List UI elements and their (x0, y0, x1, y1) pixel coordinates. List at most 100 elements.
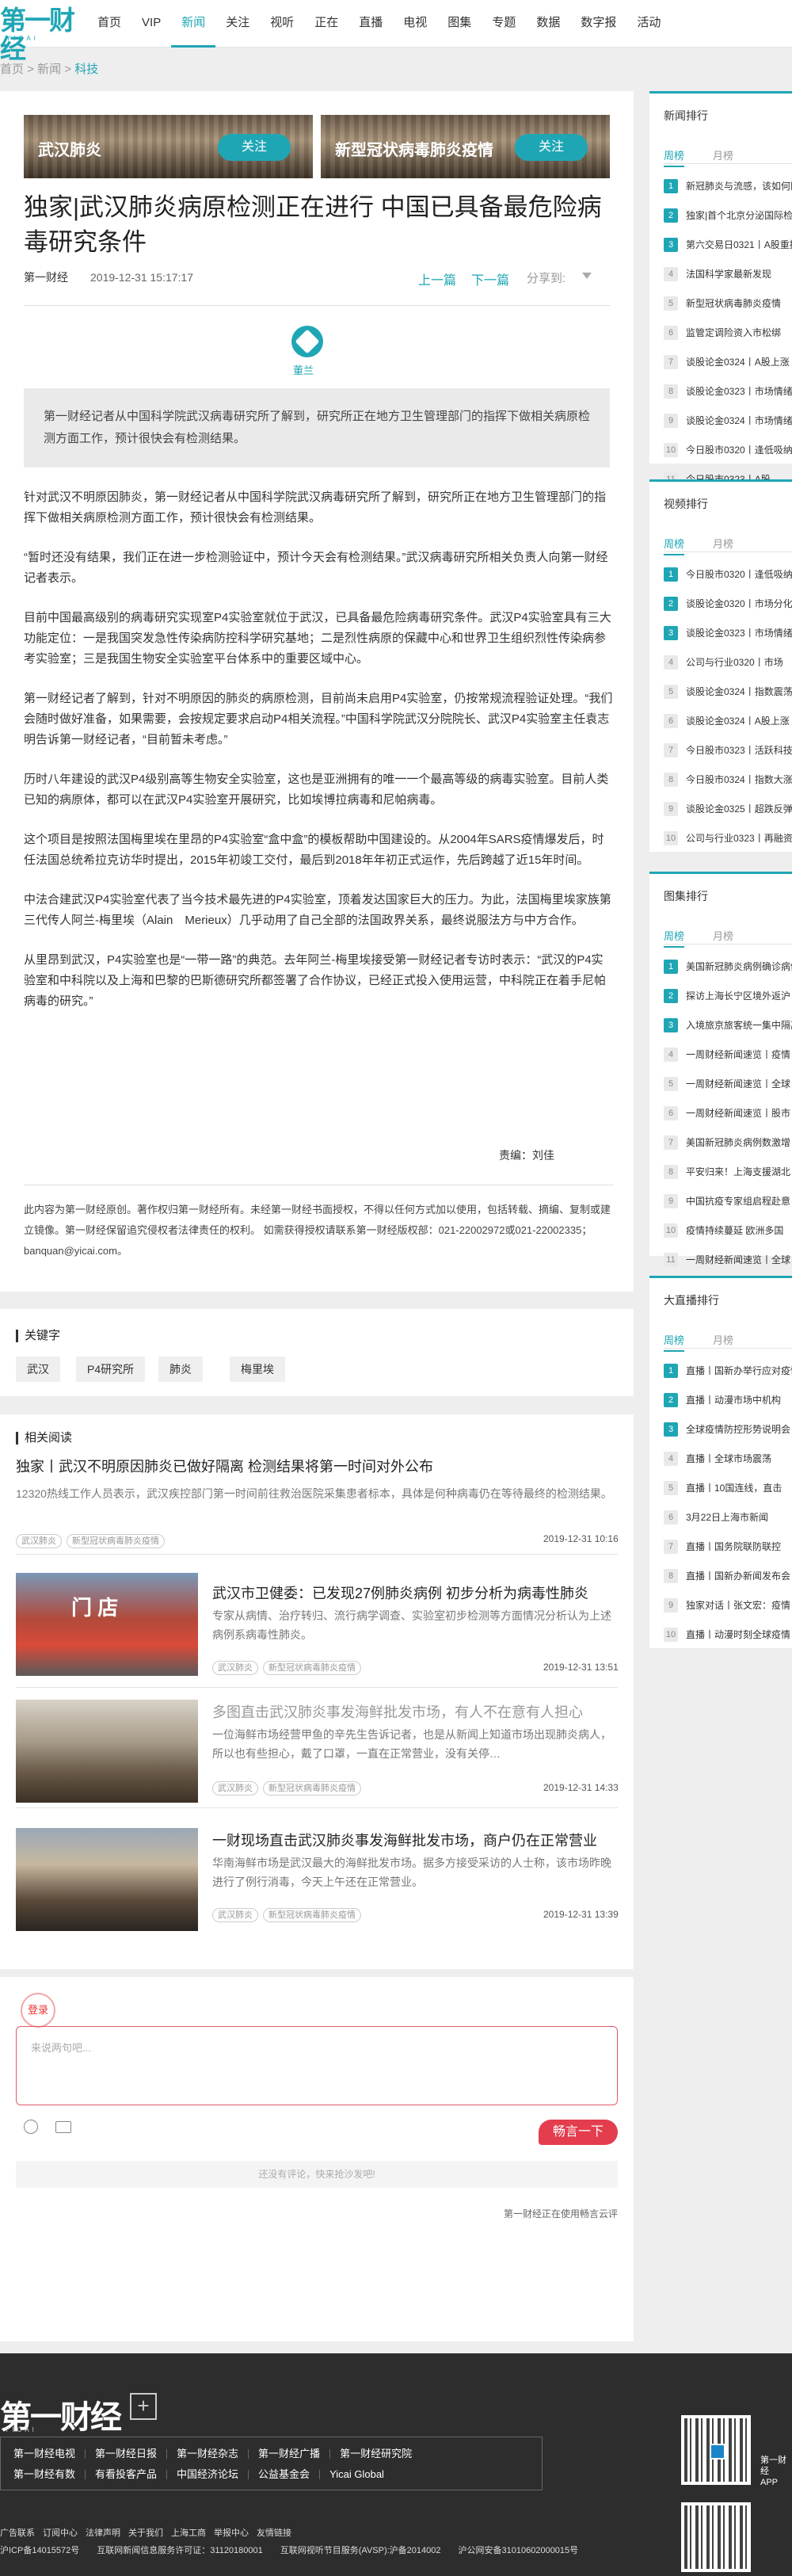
nav-item[interactable]: 数据 (526, 0, 570, 48)
rank-item[interactable]: 2 直播丨动漫市场中机构 (664, 1385, 792, 1414)
rank-item[interactable]: 3 全球疫情防控形势说明会 (664, 1414, 792, 1444)
comment-input[interactable]: 来说两句吧... (16, 2026, 618, 2105)
footer-bottom-link[interactable]: 广告联系 (0, 2528, 35, 2538)
rank-item[interactable]: 6 监管定调险资入市松绑 (664, 318, 792, 347)
rank-item[interactable]: 7 直播丨国务院联防联控 (664, 1532, 792, 1561)
tag[interactable]: 武汉肺炎 (212, 1908, 258, 1922)
submit-comment-button[interactable]: 畅言一下 (539, 2120, 618, 2145)
tag[interactable]: 武汉肺炎 (212, 1781, 258, 1796)
rank-item[interactable]: 5 直播丨10国连线，直击 (664, 1473, 792, 1502)
topic-banner-wuhan[interactable]: 武汉肺炎 关注 (24, 115, 313, 178)
tag[interactable]: 新型冠状病毒肺炎疫情 (67, 1534, 165, 1548)
footer-link[interactable]: 有看投客产品 (95, 2464, 157, 2485)
image-upload-icon[interactable] (55, 2121, 71, 2133)
nav-item[interactable]: 视听 (260, 0, 304, 48)
rank-item[interactable]: 7 谈股论金0324丨A股上涨 (664, 347, 792, 376)
nav-item[interactable]: 关注 (215, 0, 260, 48)
follow-button[interactable]: 关注 (218, 134, 291, 161)
nav-item[interactable]: 图集 (437, 0, 482, 48)
rank-item[interactable]: 4 公司与行业0320丨市场 (664, 647, 792, 677)
tag[interactable]: 武汉肺炎 (212, 1661, 258, 1675)
rank-item[interactable]: 10 直播丨动漫时刻全球疫情 (664, 1620, 792, 1649)
rank-item[interactable]: 7 美国新冠肺炎病例数激增 (664, 1128, 792, 1157)
rank-item[interactable]: 8 平安归来！上海支援湖北 (664, 1157, 792, 1186)
rank-item[interactable]: 1 美国新冠肺炎病例确诊病例 (664, 952, 792, 981)
rank-item[interactable]: 8 谈股论金0323丨市场情绪 (664, 376, 792, 406)
footer-icp-item[interactable]: 互联网视听节目服务(AVSP):沪备2014002 (280, 2546, 441, 2555)
rank-item[interactable]: 6 一周财经新闻速览丨股市 (664, 1098, 792, 1128)
tab-weekly[interactable]: 周榜 (664, 536, 685, 555)
footer-link[interactable]: 第一财经研究院 (340, 2444, 412, 2464)
prev-article-link[interactable]: 上一篇 (418, 269, 456, 288)
rank-item[interactable]: 6 3月22日上海市新闻 (664, 1502, 792, 1532)
tab-weekly[interactable]: 周榜 (664, 1332, 685, 1352)
keyword-tag[interactable]: 梅里埃 (230, 1357, 285, 1382)
footer-link[interactable]: 第一财经有数 (13, 2464, 75, 2485)
nav-item[interactable]: 数字报 (570, 0, 626, 48)
rank-item[interactable]: 9 谈股论金0325丨超跌反弹 (664, 794, 792, 823)
rank-item[interactable]: 1 直播丨国新办举行应对疫情 (664, 1356, 792, 1385)
footer-bottom-link[interactable]: 举报中心 (214, 2528, 249, 2538)
site-logo[interactable]: 第一财经 YICAI (0, 6, 82, 63)
rank-item[interactable]: 7 今日股市0323丨活跃科技 (664, 735, 792, 765)
tab-weekly[interactable]: 周榜 (664, 928, 685, 948)
rank-item[interactable]: 6 谈股论金0324丨A股上涨 (664, 706, 792, 735)
tag[interactable]: 新型冠状病毒肺炎疫情 (263, 1661, 361, 1675)
rank-item[interactable]: 4 法国科学家最新发现 (664, 259, 792, 288)
related-article-title[interactable]: 武汉市卫健委：已发现27例肺炎病例 初步分析为病毒性肺炎 (212, 1582, 588, 1603)
share-label[interactable]: 分享到: (527, 269, 565, 286)
footer-bottom-link[interactable]: 关于我们 (128, 2528, 163, 2538)
rank-item[interactable]: 5 谈股论金0324丨指数震荡 (664, 677, 792, 706)
footer-link[interactable]: 第一财经杂志 (177, 2444, 238, 2464)
nav-item[interactable]: VIP (131, 0, 171, 48)
nav-item[interactable]: 活动 (626, 0, 671, 48)
footer-icp-item[interactable]: 沪公网安备31010602000015号 (459, 2546, 579, 2555)
breadcrumb-news[interactable]: 新闻 (37, 63, 61, 76)
rank-item[interactable]: 2 独家|首个北京分泌国际检测人员 (664, 200, 792, 230)
plus-icon[interactable]: + (130, 2393, 157, 2420)
nav-item[interactable]: 首页 (87, 0, 131, 48)
footer-link[interactable]: Yicai Global (329, 2464, 384, 2485)
related-thumbnail[interactable] (16, 1700, 198, 1803)
breadcrumb-current[interactable]: 科技 (74, 63, 98, 76)
login-button[interactable]: 登录 (21, 1993, 55, 2028)
article-source[interactable]: 第一财经 (24, 271, 68, 284)
rank-item[interactable]: 4 一周财经新闻速览丨疫情 (664, 1040, 792, 1069)
topic-banner-covid[interactable]: 新型冠状病毒肺炎疫情 关注 (321, 115, 610, 178)
keyword-tag[interactable]: 肺炎 (158, 1357, 203, 1382)
rank-item[interactable]: 9 中国抗疫专家组启程赴意 (664, 1186, 792, 1215)
footer-bottom-link[interactable]: 订阅中心 (43, 2528, 78, 2538)
footer-link[interactable]: 第一财经日报 (95, 2444, 157, 2464)
tag[interactable]: 武汉肺炎 (16, 1534, 62, 1548)
rank-item[interactable]: 5 一周财经新闻速览丨全球 (664, 1069, 792, 1098)
rank-item[interactable]: 4 直播丨全球市场震荡 (664, 1444, 792, 1473)
footer-link[interactable]: 第一财经广播 (258, 2444, 320, 2464)
related-article-title[interactable]: 一财现场直击武汉肺炎事发海鲜批发市场，商户仍在正常营业 (212, 1830, 597, 1850)
related-article-title[interactable]: 独家丨武汉不明原因肺炎已做好隔离 检测结果将第一时间对外公布 (16, 1456, 433, 1476)
rank-item[interactable]: 1 新冠肺炎与流感，该如何区分 (664, 171, 792, 200)
author-name[interactable]: 董兰 (293, 362, 314, 377)
breadcrumb-home[interactable]: 首页 (0, 63, 24, 76)
tag[interactable]: 新型冠状病毒肺炎疫情 (263, 1781, 361, 1796)
footer-link[interactable]: 中国经济论坛 (177, 2464, 238, 2485)
keyword-tag[interactable]: 武汉 (16, 1357, 60, 1382)
footer-link[interactable]: 公益基金会 (258, 2464, 310, 2485)
nav-item[interactable]: 新闻 (171, 0, 216, 48)
rank-item[interactable]: 8 直播丨国新办新闻发布会 (664, 1561, 792, 1590)
author-avatar[interactable] (291, 326, 323, 357)
rank-item[interactable]: 3 第六交易日0321丨A股重挫 (664, 230, 792, 259)
rank-item[interactable]: 10 公司与行业0323丨再融资 (664, 823, 792, 853)
emoji-icon[interactable] (24, 2120, 38, 2134)
rank-item[interactable]: 5 新型冠状病毒肺炎疫情 (664, 288, 792, 318)
keyword-tag[interactable]: P4研究所 (76, 1357, 146, 1382)
rank-item[interactable]: 3 入境旅京旅客统一集中隔离 (664, 1010, 792, 1040)
related-thumbnail[interactable] (16, 1828, 198, 1931)
rank-item[interactable]: 9 谈股论金0324丨市场情绪 (664, 406, 792, 435)
related-thumbnail[interactable]: 门 店 (16, 1573, 198, 1676)
footer-icp-item[interactable]: 沪ICP备14015572号 (0, 2546, 79, 2555)
nav-item[interactable]: 电视 (393, 0, 437, 48)
footer-bottom-link[interactable]: 法律声明 (86, 2528, 120, 2538)
rank-item[interactable]: 10 疫情持续蔓延 欧洲多国 (664, 1215, 792, 1245)
follow-button[interactable]: 关注 (515, 134, 588, 161)
rank-item[interactable]: 11 一周财经新闻速览丨全球 (664, 1245, 792, 1274)
